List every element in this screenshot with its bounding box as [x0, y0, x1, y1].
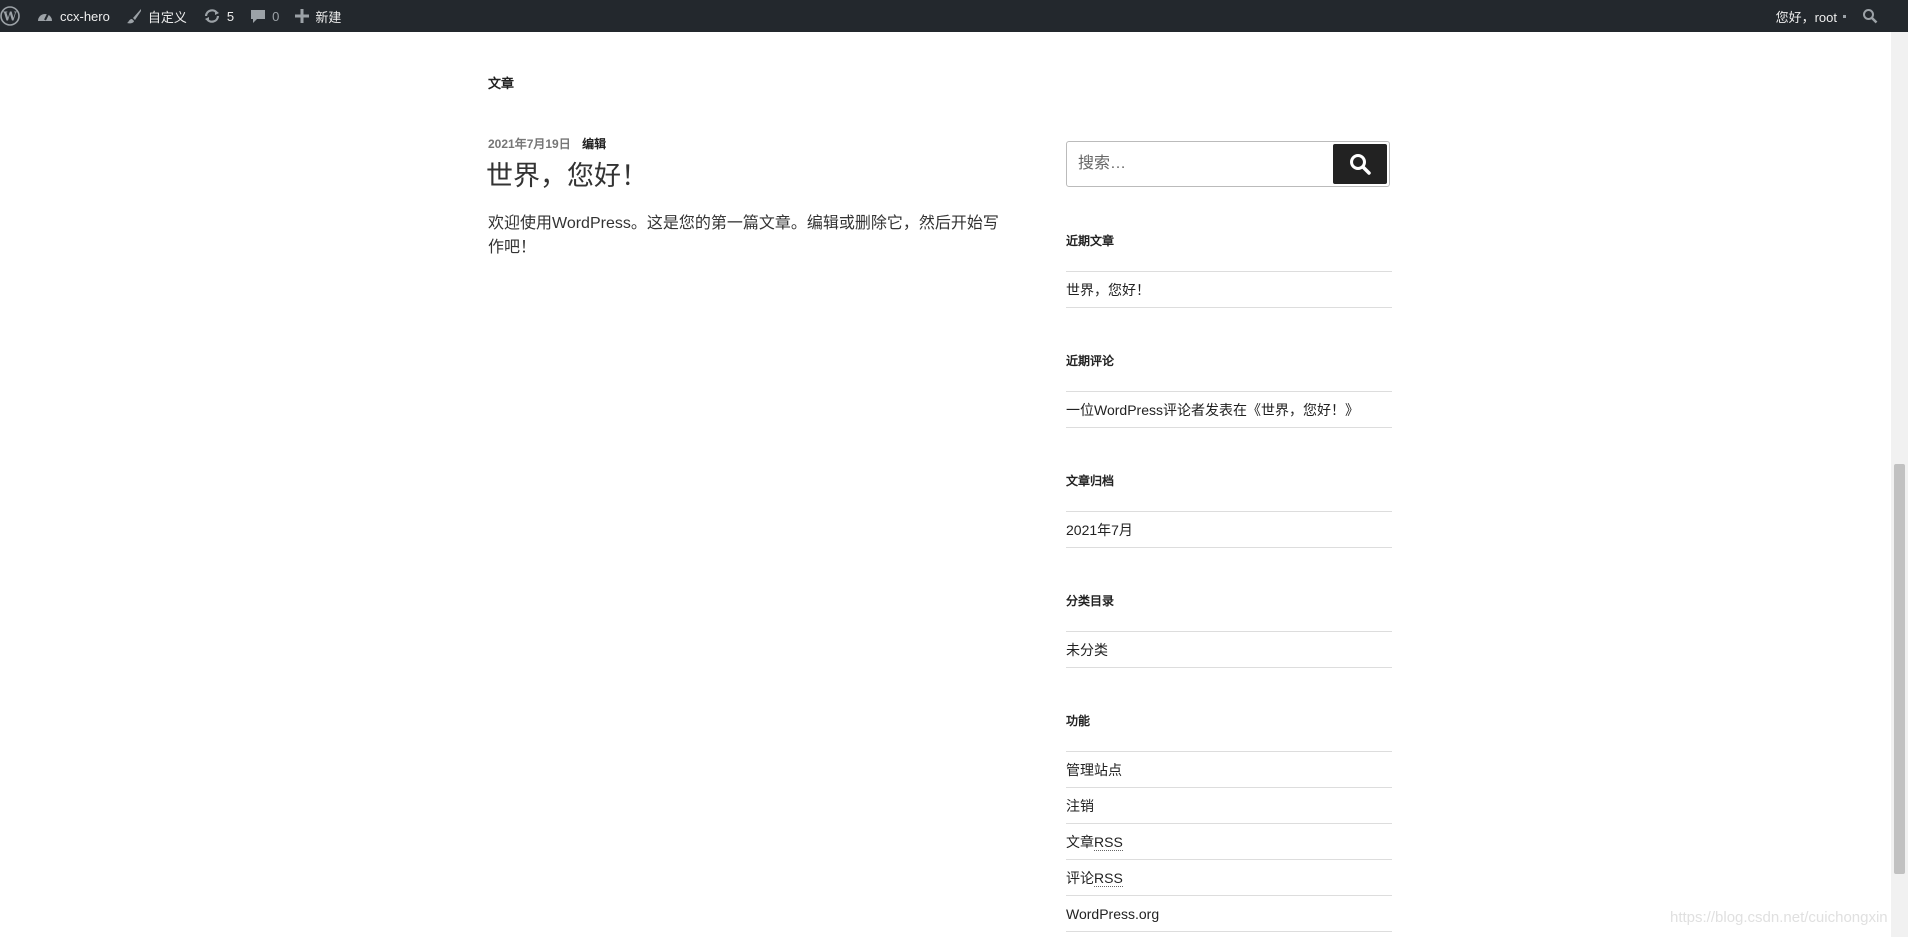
scrollbar-thumb[interactable]: [1894, 464, 1905, 874]
svg-text:W: W: [2, 10, 17, 24]
page-scrollbar[interactable]: [1891, 32, 1908, 937]
updates-button[interactable]: 5: [195, 0, 242, 32]
recent-posts-title: 近期文章: [1066, 234, 1115, 248]
wordpress-logo-button[interactable]: W: [0, 0, 28, 32]
meta-item-entries-rss[interactable]: 文章RSS: [1066, 823, 1392, 859]
greeting-label: 您好，root: [1775, 9, 1837, 25]
list-item[interactable]: 一位WordPress评论者发表在《世界，您好！》: [1066, 391, 1392, 428]
post-title-link[interactable]: 世界，您好！: [486, 154, 648, 193]
post-date-link[interactable]: 2021年7月19日: [488, 137, 571, 151]
dashboard-icon: [38, 13, 52, 21]
categories-title: 分类目录: [1066, 594, 1115, 608]
customize-button[interactable]: 自定义: [118, 0, 195, 32]
search-form: [1066, 141, 1390, 187]
rss-abbr: RSS: [1094, 834, 1123, 851]
search-input[interactable]: [1067, 142, 1322, 186]
admin-bar: W ccx-hero 自定义 5 0 新建 您好，root: [0, 0, 1908, 32]
paintbrush-icon: [126, 9, 141, 24]
new-content-button[interactable]: 新建: [287, 0, 349, 32]
site-name-menu[interactable]: ccx-hero: [28, 0, 118, 32]
meta-item-logout[interactable]: 注销: [1066, 787, 1392, 823]
meta-item-label: 评论: [1066, 870, 1094, 886]
plus-icon: [295, 9, 310, 23]
post-excerpt: 欢迎使用WordPress。这是您的第一篇文章。编辑或删除它，然后开始写作吧！: [488, 215, 999, 256]
new-content-label: 新建: [315, 9, 342, 25]
updates-icon: [204, 9, 219, 23]
search-icon: [1350, 154, 1371, 175]
customize-label: 自定义: [147, 9, 187, 25]
rss-abbr: RSS: [1094, 870, 1123, 887]
recent-posts-list: 世界，您好！: [1066, 271, 1392, 308]
meta-item-wordpress-org[interactable]: WordPress.org: [1066, 895, 1392, 932]
meta-list: 管理站点 注销 文章RSS 评论RSS WordPress.org: [1066, 751, 1392, 932]
meta-title: 功能: [1066, 714, 1091, 728]
my-account-menu[interactable]: 您好，root: [1768, 0, 1854, 32]
archives-title: 文章归档: [1066, 474, 1115, 488]
updates-count: 5: [226, 8, 235, 24]
search-submit-button[interactable]: [1333, 144, 1387, 184]
list-item[interactable]: 未分类: [1066, 631, 1392, 668]
admin-search-button[interactable]: [1854, 0, 1908, 32]
recent-comments-title: 近期评论: [1066, 354, 1115, 368]
comments-count: 0: [272, 8, 280, 24]
search-icon: [1863, 9, 1878, 24]
recent-comments-list: 一位WordPress评论者发表在《世界，您好！》: [1066, 391, 1392, 428]
site-name-label: ccx-hero: [60, 8, 110, 24]
avatar: [1843, 14, 1846, 18]
page-title: 文章: [488, 76, 515, 91]
comments-button[interactable]: 0: [242, 0, 287, 32]
archives-list: 2021年7月: [1066, 511, 1392, 548]
post-edit-link[interactable]: 编辑: [582, 137, 606, 151]
list-item[interactable]: 世界，您好！: [1066, 271, 1392, 308]
watermark: https://blog.csdn.net/cuichongxin: [1670, 909, 1888, 926]
post-meta: 2021年7月19日 编辑: [488, 135, 606, 152]
comment-icon: [251, 10, 266, 23]
meta-item-comments-rss[interactable]: 评论RSS: [1066, 859, 1392, 895]
list-item[interactable]: 2021年7月: [1066, 511, 1392, 548]
wordpress-logo-icon: W: [0, 6, 20, 26]
meta-item-label: 文章: [1066, 834, 1094, 850]
categories-list: 未分类: [1066, 631, 1392, 668]
meta-item-site-admin[interactable]: 管理站点: [1066, 751, 1392, 787]
